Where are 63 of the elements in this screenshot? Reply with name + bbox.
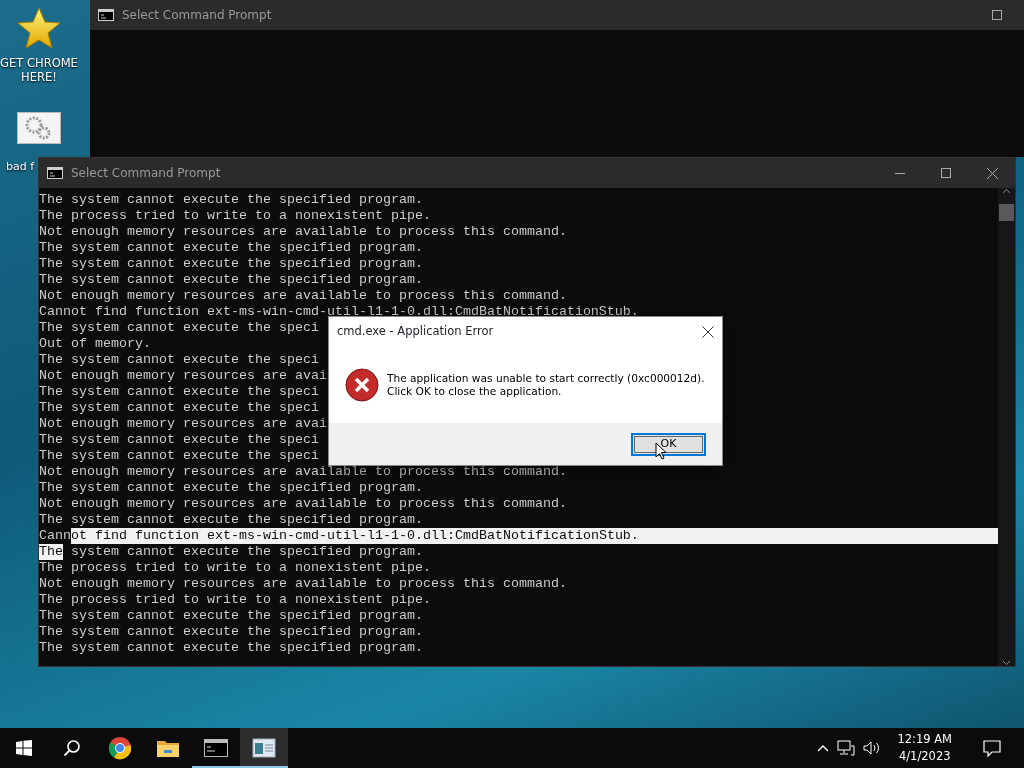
taskbar-app[interactable] xyxy=(240,728,288,768)
console-text: Not enough memory resources are available to process this command. xyxy=(39,288,567,304)
window-title: Select Command Prompt xyxy=(122,7,272,24)
dialog-title: cmd.exe - Application Error xyxy=(337,323,495,341)
browser-icon[interactable] xyxy=(108,736,132,760)
console-text: The system cannot execute the specified program. xyxy=(39,608,423,624)
clock-time[interactable]: 12:19 AM xyxy=(897,731,952,748)
message-text: Click OK to close the application. xyxy=(387,385,563,398)
console-text: Not enough memory resources are available to process this command. xyxy=(39,224,567,240)
network-icon[interactable] xyxy=(837,740,856,756)
clock-date[interactable]: 4/1/2023 xyxy=(897,748,952,765)
selected-text: ot find function ext-ms-win-cmd-util-l1-1-0.dll:CmdBatNotificationStub. xyxy=(71,528,998,544)
chevron-up-icon[interactable] xyxy=(817,744,830,752)
icon-label: GET CHROME HERE! xyxy=(0,56,78,85)
windows-icon[interactable] xyxy=(16,740,32,756)
console-icon[interactable] xyxy=(204,736,228,760)
console-text: The process tried to write to a nonexistent pipe. xyxy=(39,208,431,224)
console-text: The process tried to write to a nonexistent pipe. xyxy=(39,592,431,608)
console-text: Not enough memory resources are available to process this command. xyxy=(39,496,567,512)
close-icon[interactable] xyxy=(986,167,998,179)
console-text: Not enough memory resources are avai xyxy=(39,416,327,432)
gears-icon[interactable] xyxy=(17,112,61,144)
console-text: The system cannot execute the specified program. xyxy=(39,640,423,656)
console-text: Cann xyxy=(39,528,71,544)
icon-label: bad f xyxy=(6,160,35,174)
console-icon xyxy=(47,167,63,179)
scroll-up-icon[interactable] xyxy=(1002,188,1011,194)
console-text: Not enough memory resources are available to process this command. xyxy=(39,464,567,480)
console-text: The system cannot execute the specified program. xyxy=(39,192,423,208)
console-text: Cannot find function ext-ms-win-cmd-util-l1-1-0.dll:CmdBatNotificationStub. xyxy=(39,304,639,320)
maximize-icon[interactable] xyxy=(941,168,951,178)
console-text: The system cannot execute the speci xyxy=(39,448,319,464)
console-text: Out of memory. xyxy=(39,336,151,352)
console-text: The process tried to write to a nonexistent pipe. xyxy=(39,560,431,576)
scroll-down-icon[interactable] xyxy=(1002,660,1011,666)
console-text: The system cannot execute the speci xyxy=(39,352,319,368)
console-text: Not enough memory resources are available to process this command. xyxy=(39,576,567,592)
console-text: The system cannot execute the specified program. xyxy=(39,512,423,528)
console-text: The system cannot execute the specified program. xyxy=(39,256,423,272)
close-icon[interactable] xyxy=(702,326,714,338)
star-icon[interactable] xyxy=(17,6,61,52)
console-text: system cannot execute the specified program. xyxy=(70,544,423,560)
console-text: The system cannot execute the speci xyxy=(39,320,319,336)
console-text: The system cannot execute the specified program. xyxy=(39,480,423,496)
maximize-icon[interactable] xyxy=(992,10,1002,20)
console-text: The system cannot execute the specified program. xyxy=(39,624,423,640)
console-text: The system cannot execute the specified program. xyxy=(39,240,423,256)
window-title: Select Command Prompt xyxy=(71,165,221,182)
error-icon xyxy=(345,368,379,402)
console-text: The system cannot execute the speci xyxy=(39,384,319,400)
window-icon[interactable] xyxy=(252,736,276,760)
search-icon[interactable] xyxy=(63,739,81,757)
console-text: Not enough memory resources are avai xyxy=(39,368,327,384)
volume-icon[interactable] xyxy=(863,741,882,755)
scrollbar-thumb[interactable] xyxy=(999,203,1014,221)
console-icon xyxy=(98,9,114,21)
message-text: The application was unable to start correctly (0xc000012d). xyxy=(387,372,705,385)
console-text: The system cannot execute the speci xyxy=(39,400,319,416)
notification-icon[interactable] xyxy=(983,739,1001,757)
console-text: The system cannot execute the specified program. xyxy=(39,272,423,288)
ok-button[interactable]: OK xyxy=(631,432,706,456)
console-text: The system cannot execute the speci xyxy=(39,432,319,448)
selected-text: The xyxy=(39,544,63,560)
